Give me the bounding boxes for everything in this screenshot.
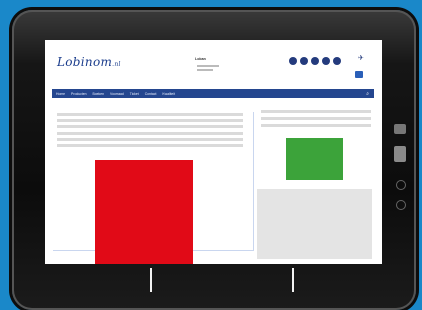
sidebar-text-placeholder <box>261 117 371 120</box>
header-tagline: Loban <box>195 57 206 61</box>
nav-item[interactable]: Producten <box>71 92 86 96</box>
text-placeholder <box>57 119 243 122</box>
tablet-home-button[interactable] <box>394 146 406 162</box>
text-placeholder <box>57 132 243 135</box>
nav-item[interactable]: Home <box>56 92 65 96</box>
tablet-screen: Lobinom.nl Loban ✈ Home Producten Boeken… <box>45 40 382 264</box>
main-banner-block[interactable] <box>95 160 193 264</box>
sidebar-text-placeholder <box>261 110 371 113</box>
logo-text: Lobinom <box>57 55 113 69</box>
nav-item[interactable]: Voorraad <box>110 92 124 96</box>
cart-icon[interactable] <box>355 71 363 78</box>
text-placeholder <box>57 138 243 141</box>
social-icon[interactable] <box>311 57 319 65</box>
sidebar-green-block[interactable] <box>286 138 343 180</box>
social-icon[interactable] <box>289 57 297 65</box>
tablet-side-button[interactable] <box>396 180 406 190</box>
nav-item[interactable]: Boeken <box>93 92 105 96</box>
text-placeholder <box>57 113 243 116</box>
nav-item[interactable]: Kwaliteit <box>162 92 175 96</box>
social-icon[interactable] <box>333 57 341 65</box>
logo-suffix: .nl <box>112 61 121 68</box>
social-icon[interactable] <box>300 57 308 65</box>
header-subline <box>197 69 213 71</box>
site-logo[interactable]: Lobinom.nl <box>57 55 121 69</box>
text-placeholder <box>57 125 243 128</box>
nav-item[interactable]: Ticket <box>130 92 139 96</box>
social-icon[interactable] <box>322 57 330 65</box>
social-links <box>289 57 341 65</box>
sidebar-grey-block <box>257 189 372 259</box>
sidebar-text-placeholder <box>261 124 371 127</box>
text-placeholder <box>57 144 243 147</box>
stand-leg <box>150 268 152 292</box>
header-subline <box>197 65 219 67</box>
nav-item[interactable]: Contact <box>145 92 157 96</box>
stand-leg <box>292 268 294 292</box>
tablet-side-button[interactable] <box>396 200 406 210</box>
tablet-camera <box>394 124 406 134</box>
search-icon[interactable]: ⌕ <box>366 91 369 97</box>
main-navigation: Home Producten Boeken Voorraad Ticket Co… <box>52 89 374 98</box>
twitter-icon[interactable]: ✈ <box>358 54 364 62</box>
